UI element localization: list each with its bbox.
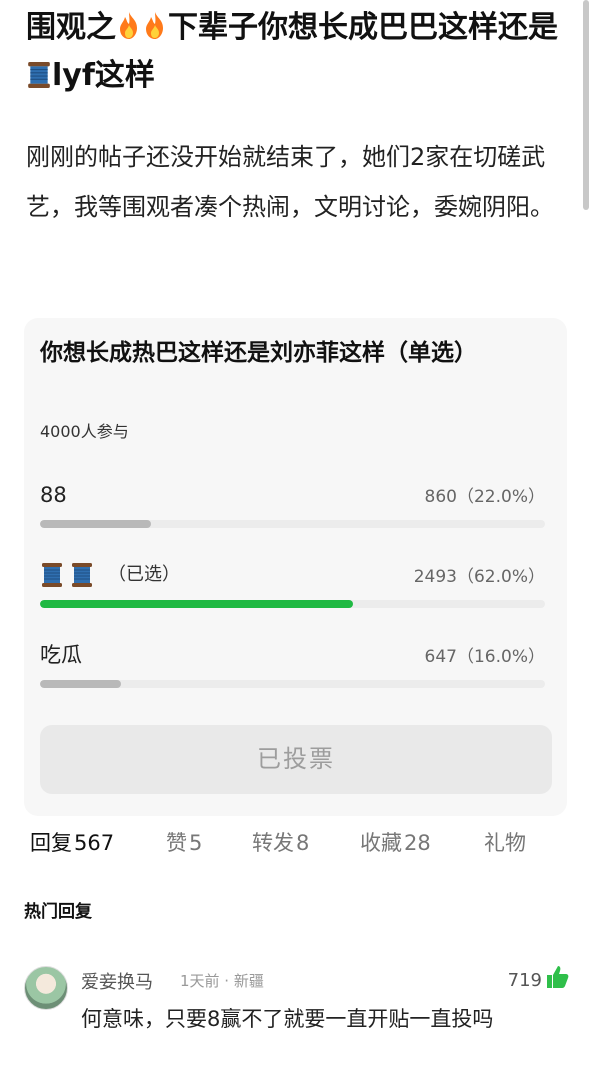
thread-spool-icon xyxy=(41,562,63,588)
poll-option-selected[interactable]: （已选） 2493（62.0%） xyxy=(40,558,545,618)
comment-like-count: 719 xyxy=(507,970,542,991)
tab-label: 礼物 xyxy=(484,831,526,855)
comment-item: 爱妾换马 1天前 · 新疆 719 何意味，只要8赢不了就要一直开贴一直投吗 xyxy=(0,960,592,1072)
tab-likes[interactable]: 赞5 xyxy=(166,828,202,858)
tab-reposts[interactable]: 转发8 xyxy=(252,828,309,858)
comment-text: 何意味，只要8赢不了就要一直开贴一直投吗 xyxy=(81,1007,494,1031)
poll-option-fill xyxy=(40,600,354,608)
hot-replies-heading: 热门回复 xyxy=(24,902,92,922)
poll-option-label: （已选） xyxy=(40,558,180,592)
poll-card: 你想长成热巴这样还是刘亦菲这样（单选） 4000人参与 88 860（22.0%… xyxy=(24,318,567,816)
poll-option[interactable]: 吃瓜 647（16.0%） xyxy=(40,638,545,698)
poll-option-label: 吃瓜 xyxy=(40,643,82,667)
post-title: 围观之 下辈子你想长成巴巴这样还是 lyf这样 xyxy=(26,4,566,100)
comment-username[interactable]: 爱妾换马 xyxy=(81,968,153,994)
action-tabs: 回复567 赞5 转发8 收藏28 礼物 xyxy=(0,820,592,866)
poll-option[interactable]: 88 860（22.0%） xyxy=(40,478,545,538)
tab-replies[interactable]: 回复567 xyxy=(30,828,114,858)
poll-title: 你想长成热巴这样还是刘亦菲这样（单选） xyxy=(40,340,477,366)
title-text-2: 下辈子你想长成巴巴这样还是 xyxy=(168,10,558,45)
poll-option-fill xyxy=(40,680,121,688)
selected-tag: （已选） xyxy=(108,564,180,585)
tab-count: 8 xyxy=(296,831,310,855)
tab-favorites[interactable]: 收藏28 xyxy=(360,828,431,858)
poll-option-stat: 2493（62.0%） xyxy=(413,567,545,587)
tab-label: 收藏 xyxy=(360,831,402,855)
tab-gifts[interactable]: 礼物 xyxy=(484,828,528,858)
post-body: 刚刚的帖子还没开始就结束了，她们2家在切磋武艺，我等围观者凑个热闹，文明讨论，委… xyxy=(26,143,554,221)
tab-label: 转发 xyxy=(252,831,294,855)
poll-option-track xyxy=(40,600,545,608)
tab-count: 28 xyxy=(404,831,431,855)
title-text-3: lyf这样 xyxy=(52,58,155,93)
tab-count: 567 xyxy=(74,831,115,855)
tab-label: 赞 xyxy=(166,831,187,855)
poll-option-stat: 647（16.0%） xyxy=(424,647,545,667)
title-text-1: 围观之 xyxy=(26,10,116,45)
avatar[interactable] xyxy=(24,966,68,1010)
fire-icon xyxy=(146,12,163,39)
poll-option-fill xyxy=(40,520,152,528)
tab-label: 回复 xyxy=(30,831,72,855)
scrollbar[interactable] xyxy=(583,0,589,210)
poll-participants: 4000人参与 xyxy=(40,422,129,441)
poll-option-track xyxy=(40,520,545,528)
poll-option-track xyxy=(40,680,545,688)
thread-spool-icon xyxy=(27,61,51,89)
thumbs-up-icon[interactable] xyxy=(544,964,570,990)
fire-icon xyxy=(120,12,137,39)
voted-button[interactable]: 已投票 xyxy=(40,725,552,794)
poll-option-label: 88 xyxy=(40,483,67,507)
comment-meta: 1天前 · 新疆 xyxy=(180,972,264,990)
poll-option-stat: 860（22.0%） xyxy=(424,487,545,507)
thread-spool-icon xyxy=(71,562,93,588)
tab-count: 5 xyxy=(189,831,203,855)
